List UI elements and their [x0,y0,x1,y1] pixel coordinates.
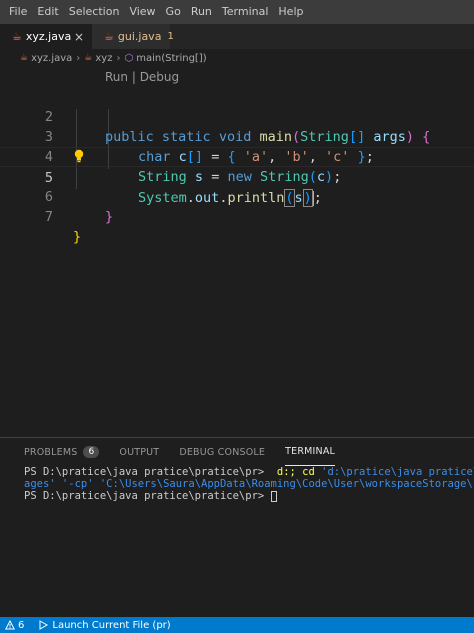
editor-tab-bar: ☕ xyz.java × ☕ gui.java 1 [0,24,474,49]
menu-file[interactable]: File [4,0,32,24]
terminal-line: PS D:\pratice\java pratice\pratice\pr> d… [24,466,474,478]
code-text: } [73,229,82,245]
terminal-line: ages' '-cp' 'C:\Users\Saura\AppData\Roam… [24,478,474,490]
menu-view[interactable]: View [124,0,160,24]
code-line-5: 5 System.out.println(s); [0,147,474,207]
menu-run[interactable]: Run [186,0,217,24]
tab-terminal[interactable]: TERMINAL [285,438,336,466]
debug-launch-icon [39,620,49,630]
menu-go[interactable]: Go [161,0,186,24]
tab-problems[interactable]: PROBLEMS 6 [24,438,100,466]
code-editor[interactable]: Run | Debug 2 public static void main(St… [0,67,474,437]
tab-output[interactable]: OUTPUT [119,438,159,466]
menu-edit[interactable]: Edit [32,0,63,24]
menu-help[interactable]: Help [273,0,308,24]
codelens: Run | Debug [105,70,179,84]
menu-bar: File Edit Selection View Go Run Terminal… [0,0,474,24]
line-number: 7 [44,209,53,225]
problems-status[interactable]: 6 [5,620,24,631]
java-file-icon: ☕ [104,30,114,43]
code-line-7: 7 } [0,187,474,245]
breadcrumb-file[interactable]: xyz.java [31,53,72,64]
close-icon[interactable]: × [74,30,84,44]
launch-config-status[interactable]: Launch Current File (pr) [38,620,171,631]
java-file-icon: ☕ [20,53,29,63]
tab-xyz-java[interactable]: ☕ xyz.java × [0,24,92,49]
java-class-icon: ☕ [84,53,93,63]
panel-tabs: PROBLEMS 6 OUTPUT DEBUG CONSOLE TERMINAL [0,438,474,466]
breadcrumb-separator: › [76,52,81,64]
breadcrumb-method[interactable]: main(String[]) [136,53,206,64]
code-line-6: 6 } [0,167,474,225]
tab-label: gui.java [117,30,162,43]
tab-debug-console[interactable]: DEBUG CONSOLE [179,438,265,466]
menu-selection[interactable]: Selection [64,0,125,24]
problems-count-badge: 6 [83,446,100,458]
warning-icon [5,620,15,630]
codelens-debug[interactable]: Debug [140,70,179,84]
lightbulb-icon[interactable] [73,149,85,163]
code-text: } [105,209,114,225]
breadcrumb-separator: › [116,52,121,64]
menu-terminal[interactable]: Terminal [217,0,274,24]
terminal-line: PS D:\pratice\java pratice\pratice\pr> [24,490,474,502]
code-line-2: 2 public static void main(String[] args)… [0,87,474,145]
tab-label: xyz.java [25,30,72,43]
breadcrumb-class[interactable]: xyz [95,53,112,64]
codelens-separator: | [128,70,140,84]
tab-gui-java[interactable]: ☕ gui.java 1 [92,24,174,49]
terminal-cursor [270,490,277,502]
problem-count-badge: 1 [167,31,174,42]
java-file-icon: ☕ [12,30,22,43]
code-line-4: 4 String s = new String(c); [0,127,474,185]
terminal-output[interactable]: PS D:\pratice\java pratice\pratice\pr> d… [24,466,474,502]
status-bar: 6 Launch Current File (pr) [0,617,474,633]
bottom-panel: PROBLEMS 6 OUTPUT DEBUG CONSOLE TERMINAL… [0,437,474,617]
method-cube-icon: ⬡ [124,52,134,64]
codelens-run[interactable]: Run [105,70,128,84]
code-line-3: 3 char c[] = { 'a', 'b', 'c' }; [0,107,474,165]
breadcrumb: ☕ xyz.java › ☕ xyz › ⬡ main(String[]) [0,49,474,67]
